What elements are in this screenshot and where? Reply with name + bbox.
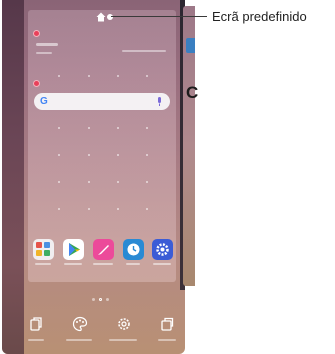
home-screen-editor: G xyxy=(2,0,185,354)
grid-dot xyxy=(146,208,148,210)
next-page-app-icon xyxy=(186,38,195,53)
grid-dot xyxy=(88,208,90,210)
grid-dot xyxy=(88,181,90,183)
home-icon[interactable] xyxy=(96,12,106,22)
themes-label xyxy=(158,339,176,341)
gallery-folder-icon[interactable] xyxy=(33,239,54,260)
grid-dot xyxy=(88,127,90,129)
grid-dot xyxy=(146,154,148,156)
app-label xyxy=(35,263,51,265)
page-dot[interactable] xyxy=(106,298,109,301)
grid-dot xyxy=(88,75,90,77)
widgets-label xyxy=(28,339,44,341)
home-settings-label xyxy=(109,339,137,341)
app-label xyxy=(93,263,113,265)
grid-dot xyxy=(146,75,148,77)
clock-icon[interactable] xyxy=(123,239,144,260)
wallpaper-label xyxy=(66,339,92,341)
microphone-icon[interactable] xyxy=(157,97,162,106)
grid-dot xyxy=(58,75,60,77)
wallpaper-palette-icon[interactable] xyxy=(72,316,88,332)
grid-dot xyxy=(58,208,60,210)
grid-dot xyxy=(58,181,60,183)
grid-dot xyxy=(58,154,60,156)
themes-icon[interactable] xyxy=(159,316,175,332)
page-dot[interactable] xyxy=(92,298,95,301)
grid-dot xyxy=(117,181,119,183)
grid-dot xyxy=(117,127,119,129)
home-settings-gear-icon[interactable] xyxy=(116,316,132,332)
app-label xyxy=(153,263,171,265)
next-page-google-letter: C xyxy=(186,83,199,102)
google-logo: G xyxy=(40,96,48,107)
clock-date xyxy=(36,52,52,54)
app-label xyxy=(126,263,140,265)
grid-dot xyxy=(146,181,148,183)
callout-line xyxy=(111,16,207,17)
clock-widget[interactable] xyxy=(36,43,58,46)
grid-dot xyxy=(117,208,119,210)
widgets-icon[interactable] xyxy=(28,316,44,332)
grid-dot xyxy=(117,154,119,156)
remove-clock-widget-icon[interactable] xyxy=(33,30,40,37)
previous-page-preview[interactable] xyxy=(2,0,24,354)
grid-dot xyxy=(58,127,60,129)
grid-dot xyxy=(88,154,90,156)
grid-dot xyxy=(146,127,148,129)
page-dot-current[interactable] xyxy=(99,298,102,301)
play-store-icon[interactable] xyxy=(63,239,84,260)
note-pen-icon[interactable] xyxy=(93,239,114,260)
google-search-widget[interactable]: G xyxy=(34,93,170,110)
grid-dot xyxy=(117,75,119,77)
callout-label-default-screen: Ecrã predefinido xyxy=(212,9,307,24)
app-label xyxy=(64,263,82,265)
weather-widget[interactable] xyxy=(122,50,166,52)
callout-anchor-dot xyxy=(107,14,113,20)
remove-search-widget-icon[interactable] xyxy=(33,80,40,87)
settings-icon[interactable] xyxy=(152,239,173,260)
